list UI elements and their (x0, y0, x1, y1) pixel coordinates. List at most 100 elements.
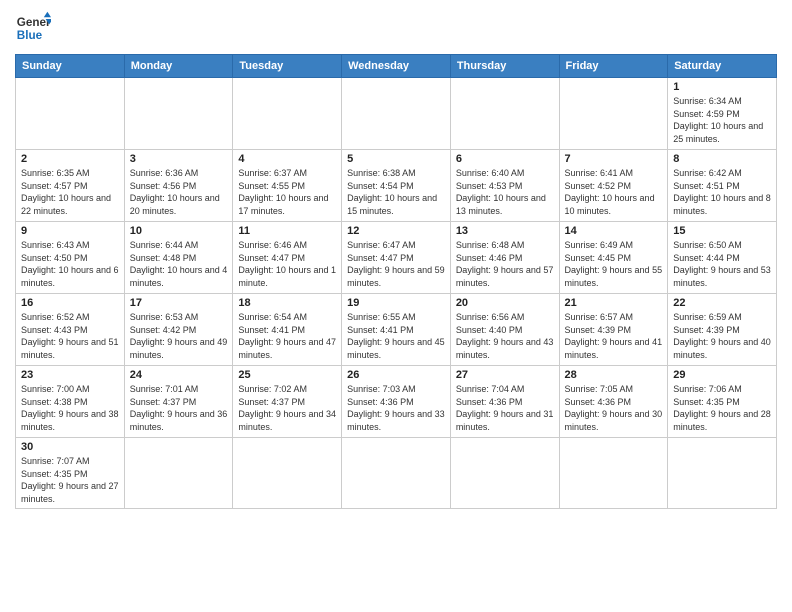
calendar-cell: 30Sunrise: 7:07 AM Sunset: 4:35 PM Dayli… (16, 438, 125, 509)
day-number: 17 (130, 297, 228, 309)
day-info: Sunrise: 7:07 AM Sunset: 4:35 PM Dayligh… (21, 455, 119, 505)
day-info: Sunrise: 7:01 AM Sunset: 4:37 PM Dayligh… (130, 383, 228, 433)
day-info: Sunrise: 6:54 AM Sunset: 4:41 PM Dayligh… (238, 311, 336, 361)
day-number: 27 (456, 369, 554, 381)
day-info: Sunrise: 6:42 AM Sunset: 4:51 PM Dayligh… (673, 167, 771, 217)
svg-text:Blue: Blue (17, 29, 43, 42)
day-number: 26 (347, 369, 445, 381)
day-info: Sunrise: 7:05 AM Sunset: 4:36 PM Dayligh… (565, 383, 663, 433)
day-info: Sunrise: 6:36 AM Sunset: 4:56 PM Dayligh… (130, 167, 228, 217)
calendar-cell (668, 438, 777, 509)
svg-text:General: General (17, 16, 51, 29)
calendar-cell (450, 78, 559, 150)
calendar-cell: 4Sunrise: 6:37 AM Sunset: 4:55 PM Daylig… (233, 150, 342, 222)
day-number: 24 (130, 369, 228, 381)
day-info: Sunrise: 7:03 AM Sunset: 4:36 PM Dayligh… (347, 383, 445, 433)
calendar-cell (559, 438, 668, 509)
day-info: Sunrise: 6:40 AM Sunset: 4:53 PM Dayligh… (456, 167, 554, 217)
day-info: Sunrise: 6:35 AM Sunset: 4:57 PM Dayligh… (21, 167, 119, 217)
week-row-0: 1 Sunrise: 6:34 AM Sunset: 4:59 PM Daylig… (16, 78, 777, 150)
calendar-cell (16, 78, 125, 150)
calendar-cell (233, 438, 342, 509)
week-row-5: 30Sunrise: 7:07 AM Sunset: 4:35 PM Dayli… (16, 438, 777, 509)
day-number: 6 (456, 153, 554, 165)
calendar-cell: 21Sunrise: 6:57 AM Sunset: 4:39 PM Dayli… (559, 294, 668, 366)
weekday-header-thursday: Thursday (450, 55, 559, 78)
calendar-cell (124, 438, 233, 509)
calendar-cell: 7 Sunrise: 6:41 AM Sunset: 4:52 PM Daylig… (559, 150, 668, 222)
calendar-cell: 23 Sunrise: 7:00 AM Sunset: 4:38 PM Dayli… (16, 366, 125, 438)
calendar-cell: 12Sunrise: 6:47 AM Sunset: 4:47 PM Dayli… (342, 222, 451, 294)
day-info: Sunrise: 6:38 AM Sunset: 4:54 PM Dayligh… (347, 167, 445, 217)
day-info: Sunrise: 6:41 AM Sunset: 4:52 PM Dayligh… (565, 167, 663, 217)
day-number: 3 (130, 153, 228, 165)
day-number: 29 (673, 369, 771, 381)
day-info: Sunrise: 6:34 AM Sunset: 4:59 PM Dayligh… (673, 95, 771, 145)
day-info: Sunrise: 6:37 AM Sunset: 4:55 PM Dayligh… (238, 167, 336, 217)
calendar-cell (342, 78, 451, 150)
day-info: Sunrise: 6:48 AM Sunset: 4:46 PM Dayligh… (456, 239, 554, 289)
calendar-cell: 5Sunrise: 6:38 AM Sunset: 4:54 PM Daylig… (342, 150, 451, 222)
day-info: Sunrise: 6:52 AM Sunset: 4:43 PM Dayligh… (21, 311, 119, 361)
calendar-cell: 15 Sunrise: 6:50 AM Sunset: 4:44 PM Dayli… (668, 222, 777, 294)
calendar-cell: 25Sunrise: 7:02 AM Sunset: 4:37 PM Dayli… (233, 366, 342, 438)
day-number: 2 (21, 153, 119, 165)
calendar-cell: 3 Sunrise: 6:36 AM Sunset: 4:56 PM Daylig… (124, 150, 233, 222)
day-number: 15 (673, 225, 771, 237)
day-number: 7 (565, 153, 663, 165)
day-number: 23 (21, 369, 119, 381)
calendar-cell (559, 78, 668, 150)
calendar-cell: 11 Sunrise: 6:46 AM Sunset: 4:47 PM Dayli… (233, 222, 342, 294)
week-row-1: 2 Sunrise: 6:35 AM Sunset: 4:57 PM Daylig… (16, 150, 777, 222)
calendar-cell (233, 78, 342, 150)
day-info: Sunrise: 7:00 AM Sunset: 4:38 PM Dayligh… (21, 383, 119, 433)
calendar-cell: 8 Sunrise: 6:42 AM Sunset: 4:51 PM Daylig… (668, 150, 777, 222)
weekday-header-sunday: Sunday (16, 55, 125, 78)
calendar-cell: 26 Sunrise: 7:03 AM Sunset: 4:36 PM Dayli… (342, 366, 451, 438)
calendar-cell (124, 78, 233, 150)
day-number: 20 (456, 297, 554, 309)
calendar-cell: 9Sunrise: 6:43 AM Sunset: 4:50 PM Daylig… (16, 222, 125, 294)
day-number: 14 (565, 225, 663, 237)
calendar-cell: 24 Sunrise: 7:01 AM Sunset: 4:37 PM Dayli… (124, 366, 233, 438)
day-info: Sunrise: 6:59 AM Sunset: 4:39 PM Dayligh… (673, 311, 771, 361)
logo: General Blue (15, 10, 55, 46)
calendar-cell: 22 Sunrise: 6:59 AM Sunset: 4:39 PM Dayli… (668, 294, 777, 366)
day-number: 11 (238, 225, 336, 237)
day-info: Sunrise: 6:44 AM Sunset: 4:48 PM Dayligh… (130, 239, 228, 289)
day-info: Sunrise: 7:06 AM Sunset: 4:35 PM Dayligh… (673, 383, 771, 433)
day-info: Sunrise: 6:47 AM Sunset: 4:47 PM Dayligh… (347, 239, 445, 289)
calendar-cell: 16 Sunrise: 6:52 AM Sunset: 4:43 PM Dayli… (16, 294, 125, 366)
calendar-cell (342, 438, 451, 509)
calendar-cell: 6 Sunrise: 6:40 AM Sunset: 4:53 PM Daylig… (450, 150, 559, 222)
day-info: Sunrise: 6:57 AM Sunset: 4:39 PM Dayligh… (565, 311, 663, 361)
week-row-4: 23 Sunrise: 7:00 AM Sunset: 4:38 PM Dayli… (16, 366, 777, 438)
calendar-cell: 14Sunrise: 6:49 AM Sunset: 4:45 PM Dayli… (559, 222, 668, 294)
logo-icon: General Blue (15, 10, 51, 46)
day-number: 22 (673, 297, 771, 309)
calendar-cell: 2 Sunrise: 6:35 AM Sunset: 4:57 PM Daylig… (16, 150, 125, 222)
day-info: Sunrise: 6:56 AM Sunset: 4:40 PM Dayligh… (456, 311, 554, 361)
day-info: Sunrise: 7:04 AM Sunset: 4:36 PM Dayligh… (456, 383, 554, 433)
week-row-2: 9Sunrise: 6:43 AM Sunset: 4:50 PM Daylig… (16, 222, 777, 294)
weekday-header-wednesday: Wednesday (342, 55, 451, 78)
day-info: Sunrise: 6:43 AM Sunset: 4:50 PM Dayligh… (21, 239, 119, 289)
calendar-cell: 10Sunrise: 6:44 AM Sunset: 4:48 PM Dayli… (124, 222, 233, 294)
calendar-cell: 1 Sunrise: 6:34 AM Sunset: 4:59 PM Daylig… (668, 78, 777, 150)
calendar-cell: 18Sunrise: 6:54 AM Sunset: 4:41 PM Dayli… (233, 294, 342, 366)
day-info: Sunrise: 6:50 AM Sunset: 4:44 PM Dayligh… (673, 239, 771, 289)
day-info: Sunrise: 7:02 AM Sunset: 4:37 PM Dayligh… (238, 383, 336, 433)
weekday-header-row: SundayMondayTuesdayWednesdayThursdayFrid… (16, 55, 777, 78)
day-info: Sunrise: 6:53 AM Sunset: 4:42 PM Dayligh… (130, 311, 228, 361)
day-number: 1 (673, 81, 771, 93)
day-info: Sunrise: 6:46 AM Sunset: 4:47 PM Dayligh… (238, 239, 336, 289)
day-number: 8 (673, 153, 771, 165)
day-number: 13 (456, 225, 554, 237)
week-row-3: 16 Sunrise: 6:52 AM Sunset: 4:43 PM Dayli… (16, 294, 777, 366)
calendar-cell: 19Sunrise: 6:55 AM Sunset: 4:41 PM Dayli… (342, 294, 451, 366)
calendar-cell: 20 Sunrise: 6:56 AM Sunset: 4:40 PM Dayli… (450, 294, 559, 366)
calendar: SundayMondayTuesdayWednesdayThursdayFrid… (15, 54, 777, 509)
weekday-header-tuesday: Tuesday (233, 55, 342, 78)
day-number: 16 (21, 297, 119, 309)
calendar-cell: 13 Sunrise: 6:48 AM Sunset: 4:46 PM Dayli… (450, 222, 559, 294)
